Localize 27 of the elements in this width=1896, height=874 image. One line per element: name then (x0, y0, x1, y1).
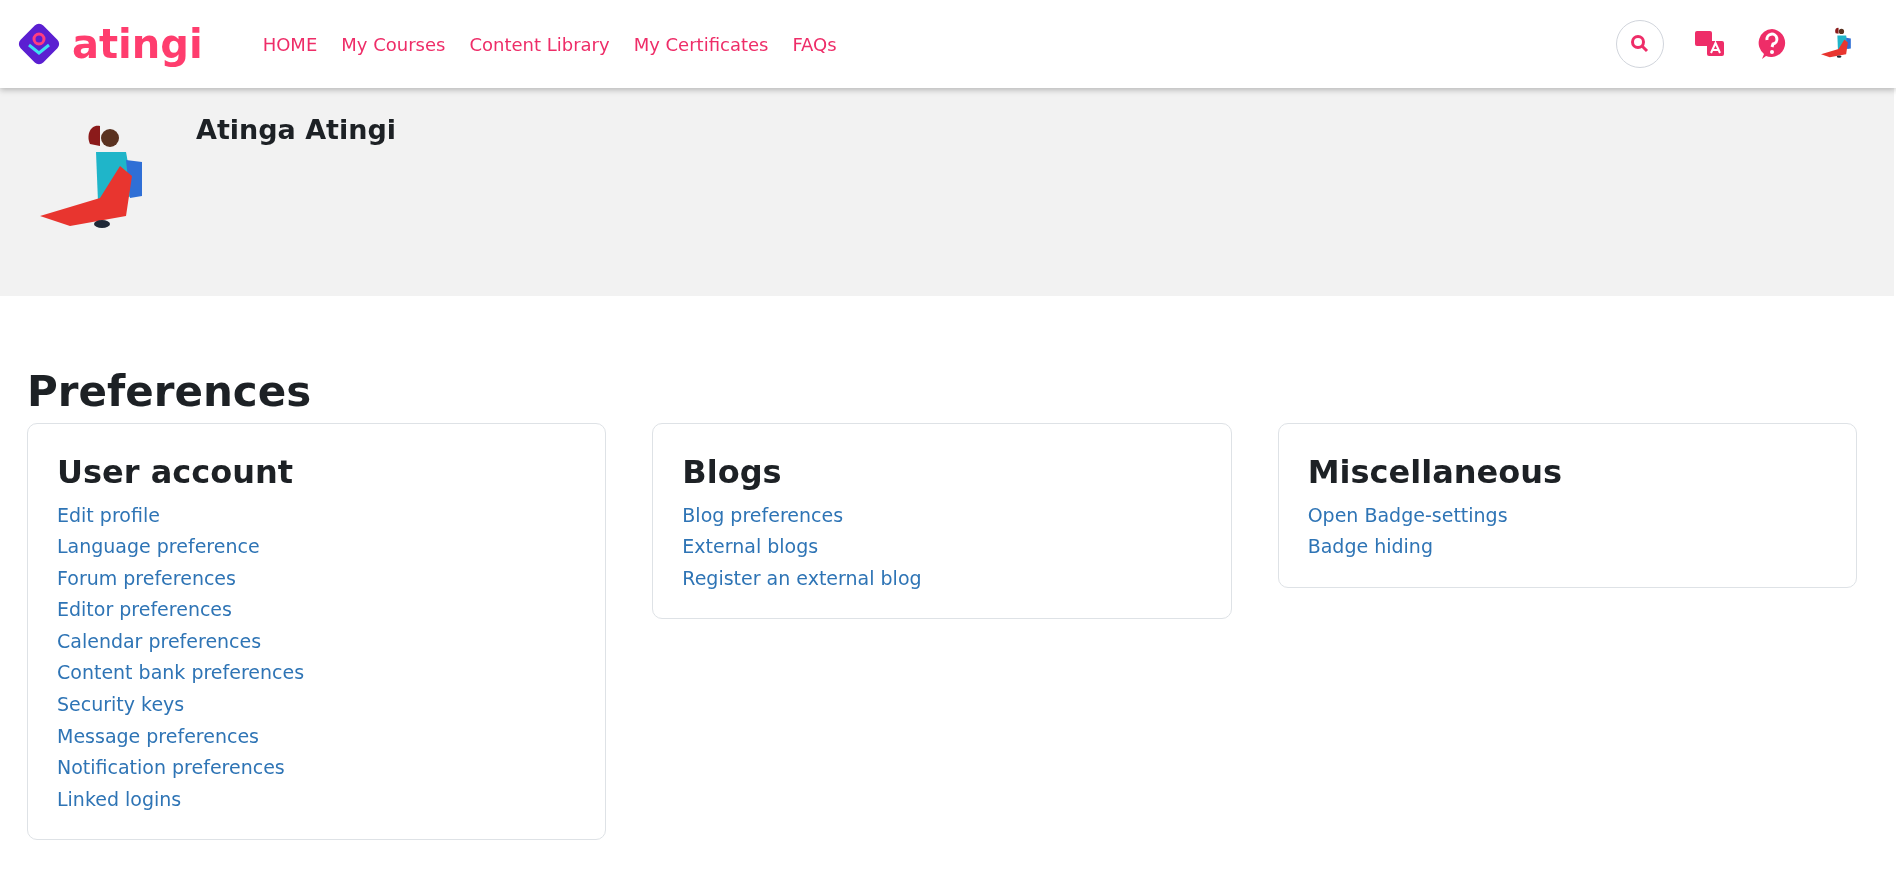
preference-link[interactable]: Editor preferences (57, 598, 232, 621)
preference-link[interactable]: Message preferences (57, 724, 259, 747)
preference-link[interactable]: Notification preferences (57, 756, 285, 779)
preference-link[interactable]: Blog preferences (682, 503, 844, 526)
nav-link[interactable]: My Courses (341, 30, 446, 58)
preference-link[interactable]: Badge hiding (1307, 535, 1433, 558)
preference-link[interactable]: Content bank preferences (57, 661, 305, 684)
nav-link[interactable]: My Certificates (633, 30, 769, 58)
preference-link[interactable]: Calendar preferences (57, 629, 262, 652)
card-title: Blogs (682, 451, 783, 492)
profile-name: Atinga Atingi (196, 113, 397, 147)
help-icon[interactable] (1756, 28, 1788, 60)
preference-link[interactable]: Forum preferences (57, 566, 236, 589)
nav-link[interactable]: HOME (262, 30, 318, 58)
card-title: Miscellaneous (1307, 451, 1563, 492)
preference-link[interactable]: Edit profile (57, 503, 160, 526)
card-title: User account (57, 451, 295, 492)
search-icon (1630, 34, 1650, 54)
preference-link[interactable]: Security keys (57, 693, 185, 716)
preference-link[interactable]: Register an external blog (682, 566, 922, 589)
preference-link[interactable]: Language preference (57, 535, 260, 558)
nav-link[interactable]: FAQs (792, 30, 837, 58)
nav-link[interactable]: Content Library (469, 30, 610, 58)
preference-link[interactable]: Open Badge-settings (1307, 503, 1508, 526)
preference-link[interactable]: Linked logins (57, 787, 182, 810)
preference-link[interactable]: External blogs (682, 535, 819, 558)
page-title: Preferences (27, 366, 313, 418)
